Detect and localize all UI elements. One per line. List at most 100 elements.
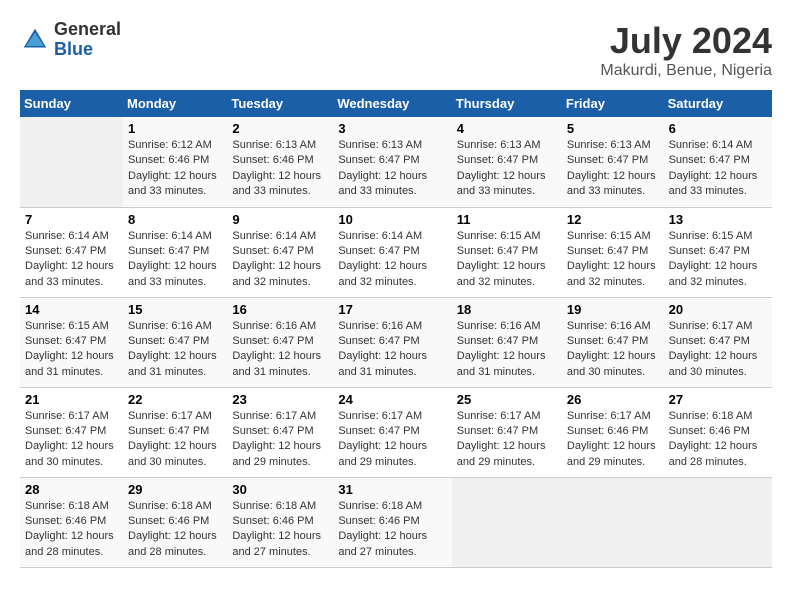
- week-row-1: 1 Sunrise: 6:12 AM Sunset: 6:46 PM Dayli…: [20, 117, 772, 207]
- day-number: 12: [567, 212, 659, 227]
- day-info: Sunrise: 6:17 AM Sunset: 6:46 PM Dayligh…: [567, 409, 659, 471]
- day-info: Sunrise: 6:17 AM Sunset: 6:47 PM Dayligh…: [338, 409, 446, 471]
- day-cell: [562, 477, 664, 567]
- sunset-text: Sunset: 6:47 PM: [25, 335, 106, 347]
- daylight-text: Daylight: 12 hours and 32 minutes.: [669, 260, 758, 287]
- sunset-text: Sunset: 6:47 PM: [457, 425, 538, 437]
- sunset-text: Sunset: 6:46 PM: [25, 515, 106, 527]
- day-info: Sunrise: 6:16 AM Sunset: 6:47 PM Dayligh…: [567, 319, 659, 381]
- sunset-text: Sunset: 6:47 PM: [232, 335, 313, 347]
- daylight-text: Daylight: 12 hours and 30 minutes.: [567, 350, 656, 377]
- day-cell: 16 Sunrise: 6:16 AM Sunset: 6:47 PM Dayl…: [227, 297, 333, 387]
- day-number: 11: [457, 212, 557, 227]
- header-row: SundayMondayTuesdayWednesdayThursdayFrid…: [20, 90, 772, 117]
- sunset-text: Sunset: 6:47 PM: [232, 245, 313, 257]
- daylight-text: Daylight: 12 hours and 33 minutes.: [457, 170, 546, 197]
- day-info: Sunrise: 6:13 AM Sunset: 6:47 PM Dayligh…: [338, 138, 446, 200]
- day-info: Sunrise: 6:17 AM Sunset: 6:47 PM Dayligh…: [457, 409, 557, 471]
- day-info: Sunrise: 6:18 AM Sunset: 6:46 PM Dayligh…: [338, 499, 446, 561]
- day-info: Sunrise: 6:13 AM Sunset: 6:47 PM Dayligh…: [567, 138, 659, 200]
- day-number: 7: [25, 212, 118, 227]
- sunrise-text: Sunrise: 6:16 AM: [567, 320, 651, 332]
- logo-blue: Blue: [54, 40, 121, 60]
- day-number: 5: [567, 121, 659, 136]
- daylight-text: Daylight: 12 hours and 31 minutes.: [232, 350, 321, 377]
- header-cell-monday: Monday: [123, 90, 227, 117]
- sunrise-text: Sunrise: 6:17 AM: [232, 410, 316, 422]
- day-cell: 10 Sunrise: 6:14 AM Sunset: 6:47 PM Dayl…: [333, 207, 451, 297]
- day-info: Sunrise: 6:15 AM Sunset: 6:47 PM Dayligh…: [567, 229, 659, 291]
- sunset-text: Sunset: 6:46 PM: [338, 515, 419, 527]
- sunset-text: Sunset: 6:46 PM: [232, 515, 313, 527]
- sunrise-text: Sunrise: 6:18 AM: [338, 500, 422, 512]
- day-cell: 30 Sunrise: 6:18 AM Sunset: 6:46 PM Dayl…: [227, 477, 333, 567]
- day-info: Sunrise: 6:14 AM Sunset: 6:47 PM Dayligh…: [25, 229, 118, 291]
- sunrise-text: Sunrise: 6:16 AM: [232, 320, 316, 332]
- day-info: Sunrise: 6:16 AM Sunset: 6:47 PM Dayligh…: [338, 319, 446, 381]
- day-cell: 9 Sunrise: 6:14 AM Sunset: 6:47 PM Dayli…: [227, 207, 333, 297]
- day-cell: 13 Sunrise: 6:15 AM Sunset: 6:47 PM Dayl…: [664, 207, 772, 297]
- sunset-text: Sunset: 6:47 PM: [338, 245, 419, 257]
- day-number: 2: [232, 121, 328, 136]
- daylight-text: Daylight: 12 hours and 32 minutes.: [338, 260, 427, 287]
- day-number: 30: [232, 482, 328, 497]
- calendar-table: SundayMondayTuesdayWednesdayThursdayFrid…: [20, 90, 772, 568]
- daylight-text: Daylight: 12 hours and 33 minutes.: [669, 170, 758, 197]
- day-number: 9: [232, 212, 328, 227]
- daylight-text: Daylight: 12 hours and 31 minutes.: [457, 350, 546, 377]
- day-info: Sunrise: 6:13 AM Sunset: 6:46 PM Dayligh…: [232, 138, 328, 200]
- sunrise-text: Sunrise: 6:18 AM: [669, 410, 753, 422]
- day-info: Sunrise: 6:14 AM Sunset: 6:47 PM Dayligh…: [232, 229, 328, 291]
- day-info: Sunrise: 6:16 AM Sunset: 6:47 PM Dayligh…: [128, 319, 222, 381]
- day-cell: 20 Sunrise: 6:17 AM Sunset: 6:47 PM Dayl…: [664, 297, 772, 387]
- day-cell: 23 Sunrise: 6:17 AM Sunset: 6:47 PM Dayl…: [227, 387, 333, 477]
- day-info: Sunrise: 6:17 AM Sunset: 6:47 PM Dayligh…: [232, 409, 328, 471]
- day-info: Sunrise: 6:18 AM Sunset: 6:46 PM Dayligh…: [232, 499, 328, 561]
- sunrise-text: Sunrise: 6:14 AM: [338, 230, 422, 242]
- sunset-text: Sunset: 6:47 PM: [338, 154, 419, 166]
- daylight-text: Daylight: 12 hours and 29 minutes.: [232, 440, 321, 467]
- daylight-text: Daylight: 12 hours and 33 minutes.: [338, 170, 427, 197]
- sunset-text: Sunset: 6:47 PM: [457, 154, 538, 166]
- day-info: Sunrise: 6:18 AM Sunset: 6:46 PM Dayligh…: [128, 499, 222, 561]
- day-cell: 24 Sunrise: 6:17 AM Sunset: 6:47 PM Dayl…: [333, 387, 451, 477]
- day-cell: 7 Sunrise: 6:14 AM Sunset: 6:47 PM Dayli…: [20, 207, 123, 297]
- day-cell: [20, 117, 123, 207]
- day-info: Sunrise: 6:14 AM Sunset: 6:47 PM Dayligh…: [338, 229, 446, 291]
- day-cell: [452, 477, 562, 567]
- sunset-text: Sunset: 6:47 PM: [232, 425, 313, 437]
- week-row-2: 7 Sunrise: 6:14 AM Sunset: 6:47 PM Dayli…: [20, 207, 772, 297]
- day-cell: 18 Sunrise: 6:16 AM Sunset: 6:47 PM Dayl…: [452, 297, 562, 387]
- sunrise-text: Sunrise: 6:18 AM: [128, 500, 212, 512]
- day-number: 17: [338, 302, 446, 317]
- day-cell: 15 Sunrise: 6:16 AM Sunset: 6:47 PM Dayl…: [123, 297, 227, 387]
- sunrise-text: Sunrise: 6:16 AM: [457, 320, 541, 332]
- day-cell: 12 Sunrise: 6:15 AM Sunset: 6:47 PM Dayl…: [562, 207, 664, 297]
- day-number: 28: [25, 482, 118, 497]
- sunset-text: Sunset: 6:47 PM: [567, 245, 648, 257]
- day-cell: 2 Sunrise: 6:13 AM Sunset: 6:46 PM Dayli…: [227, 117, 333, 207]
- sunset-text: Sunset: 6:47 PM: [128, 245, 209, 257]
- day-number: 15: [128, 302, 222, 317]
- day-cell: 5 Sunrise: 6:13 AM Sunset: 6:47 PM Dayli…: [562, 117, 664, 207]
- sunset-text: Sunset: 6:47 PM: [25, 425, 106, 437]
- sunrise-text: Sunrise: 6:17 AM: [457, 410, 541, 422]
- sunrise-text: Sunrise: 6:13 AM: [457, 139, 541, 151]
- week-row-4: 21 Sunrise: 6:17 AM Sunset: 6:47 PM Dayl…: [20, 387, 772, 477]
- daylight-text: Daylight: 12 hours and 30 minutes.: [128, 440, 217, 467]
- calendar-body: 1 Sunrise: 6:12 AM Sunset: 6:46 PM Dayli…: [20, 117, 772, 567]
- day-number: 23: [232, 392, 328, 407]
- logo: General Blue: [20, 20, 121, 60]
- day-cell: 26 Sunrise: 6:17 AM Sunset: 6:46 PM Dayl…: [562, 387, 664, 477]
- daylight-text: Daylight: 12 hours and 30 minutes.: [669, 350, 758, 377]
- day-cell: 6 Sunrise: 6:14 AM Sunset: 6:47 PM Dayli…: [664, 117, 772, 207]
- day-info: Sunrise: 6:13 AM Sunset: 6:47 PM Dayligh…: [457, 138, 557, 200]
- sunrise-text: Sunrise: 6:13 AM: [567, 139, 651, 151]
- header-cell-sunday: Sunday: [20, 90, 123, 117]
- sunrise-text: Sunrise: 6:14 AM: [128, 230, 212, 242]
- title-section: July 2024 Makurdi, Benue, Nigeria: [600, 20, 772, 80]
- sunset-text: Sunset: 6:47 PM: [457, 335, 538, 347]
- sunset-text: Sunset: 6:47 PM: [457, 245, 538, 257]
- sunrise-text: Sunrise: 6:15 AM: [669, 230, 753, 242]
- daylight-text: Daylight: 12 hours and 28 minutes.: [25, 530, 114, 557]
